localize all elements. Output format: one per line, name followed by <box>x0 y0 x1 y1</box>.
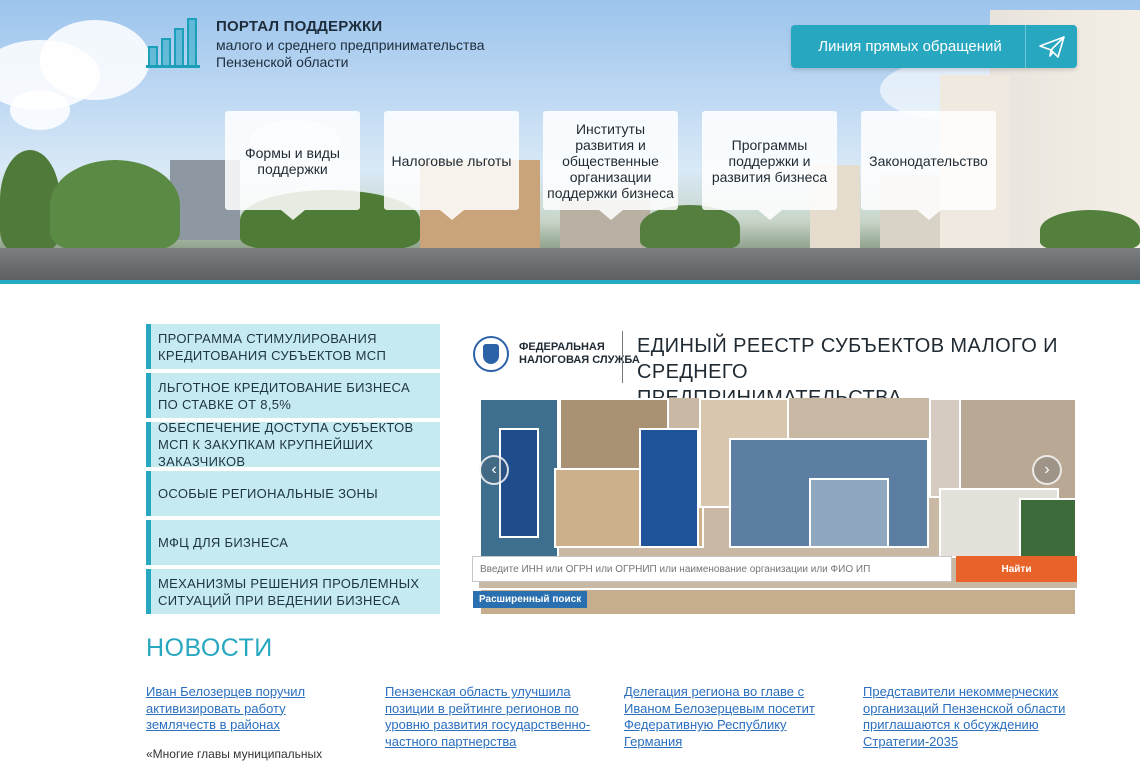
registry-title-line1: ЕДИНЫЙ РЕЕСТР СУБЪЕКТОВ МАЛОГО И СРЕДНЕГ… <box>637 335 1058 383</box>
paper-plane-icon <box>1025 25 1077 68</box>
sidebar-item-mfc[interactable]: МФЦ ДЛЯ БИЗНЕСА <box>146 520 440 565</box>
nav-card-development-institutes[interactable]: Институты развития и общественные органи… <box>543 111 678 220</box>
news-item-title[interactable]: Пензенская область улучшила позиции в ре… <box>385 684 599 750</box>
tree-decor <box>640 205 740 250</box>
photo-tile <box>499 428 539 538</box>
hotline-label: Линия прямых обращений <box>818 38 1002 55</box>
carousel-prev-arrow[interactable]: ‹ <box>479 455 509 485</box>
advanced-search-link[interactable]: Расширенный поиск <box>473 591 588 608</box>
news-item-title[interactable]: Представители некоммерческих организаций… <box>863 684 1078 750</box>
photo-tile <box>809 478 889 548</box>
news-heading: НОВОСТИ <box>146 634 273 662</box>
news-item: Иван Белозерцев поручил активизировать р… <box>146 684 336 762</box>
sidebar-item-special-zones[interactable]: ОСОБЫЕ РЕГИОНАЛЬНЫЕ ЗОНЫ <box>146 471 440 516</box>
logo-bar <box>187 18 197 68</box>
registry-divider <box>622 331 623 383</box>
registry-search-button[interactable]: Найти <box>956 556 1077 582</box>
nav-card-legislation[interactable]: Законодательство <box>861 111 996 220</box>
cloud-decor <box>10 90 70 130</box>
photo-tile <box>639 428 699 548</box>
header-divider <box>0 280 1140 284</box>
registry-search-input[interactable] <box>472 556 952 582</box>
carousel-next-arrow[interactable]: › <box>1032 455 1062 485</box>
portal-title[interactable]: ПОРТАЛ ПОДДЕРЖКИ <box>216 18 382 35</box>
portal-subtitle-line1: малого и среднего предпринимательства <box>216 37 485 53</box>
fns-emblem-icon <box>473 336 509 372</box>
news-item-title[interactable]: Делегация региона во главе с Иваном Бело… <box>624 684 836 750</box>
tree-decor <box>1040 210 1140 250</box>
road-decor <box>0 248 1140 280</box>
sidebar-item-preferential-credit[interactable]: ЛЬГОТНОЕ КРЕДИТОВАНИЕ БИЗНЕСА ПО СТАВКЕ … <box>146 373 440 418</box>
sidebar-item-problem-solving[interactable]: МЕХАНИЗМЫ РЕШЕНИЯ ПРОБЛЕМНЫХ СИТУАЦИЙ ПР… <box>146 569 440 614</box>
bar-chart-logo-icon[interactable] <box>146 18 200 68</box>
hotline-button[interactable]: Линия прямых обращений <box>791 25 1077 68</box>
news-item: Делегация региона во главе с Иваном Бело… <box>624 684 836 750</box>
news-item: Пензенская область улучшила позиции в ре… <box>385 684 599 750</box>
logo-bar <box>161 38 171 68</box>
sidebar-item-procurement-access[interactable]: ОБЕСПЕЧЕНИЕ ДОСТУПА СУБЪЕКТОВ МСП К ЗАКУ… <box>146 420 440 469</box>
logo-bar <box>174 28 184 68</box>
portal-subtitle: малого и среднего предпринимательства Пе… <box>216 37 485 71</box>
tree-decor <box>50 160 180 250</box>
cloud-decor <box>40 20 150 100</box>
news-item-snippet: «Многие главы муниципальных <box>146 746 323 761</box>
logo-base <box>146 65 200 68</box>
news-item-title[interactable]: Иван Белозерцев поручил активизировать р… <box>146 684 336 734</box>
sidebar-item-credit-program[interactable]: ПРОГРАММА СТИМУЛИРОВАНИЯ КРЕДИТОВАНИЯ СУ… <box>146 324 440 369</box>
nav-card-support-forms[interactable]: Формы и виды поддержки <box>225 111 360 220</box>
registry-photo-collage <box>479 398 1077 616</box>
nav-card-support-programs[interactable]: Программы поддержки и развития бизнеса <box>702 111 837 220</box>
nav-card-tax-benefits[interactable]: Налоговые льготы <box>384 111 519 220</box>
portal-subtitle-line2: Пензенской области <box>216 54 349 70</box>
news-item: Представители некоммерческих организаций… <box>863 684 1078 750</box>
